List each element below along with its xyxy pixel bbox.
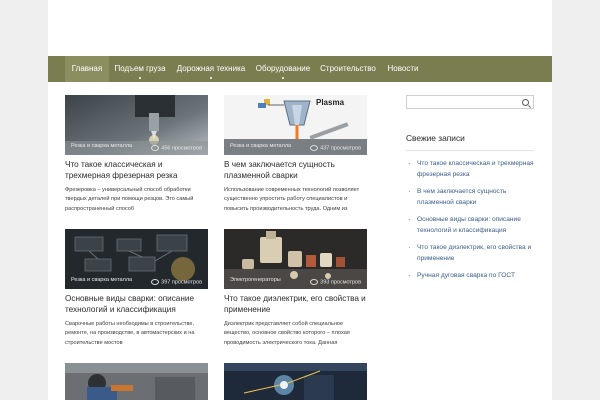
nav-item-label: Оборудование <box>255 64 311 73</box>
post-card: Plasma Резка и сварка металла 437 просмо… <box>224 95 367 214</box>
post-card: Резка и сварка металла 456 просмотров Чт… <box>65 95 208 214</box>
welder-photo-image <box>65 363 208 400</box>
post-thumbnail[interactable]: Plasma Резка и сварка металла 437 просмо… <box>224 95 367 155</box>
view-count: 397 просмотров <box>151 278 202 285</box>
eye-icon <box>151 278 160 285</box>
nav-item-news[interactable]: Новости <box>381 56 425 82</box>
nav-item-road-machinery[interactable]: Дорожная техника <box>171 56 251 82</box>
nav-item-label: Новости <box>387 64 419 73</box>
post-excerpt: Фрезеровка – универсальный способ обрабо… <box>65 187 194 212</box>
view-count-text: 397 просмотров <box>161 279 202 285</box>
post-excerpt: Сварочные работы необходимы в строительс… <box>65 321 195 346</box>
post-title[interactable]: Основные виды сварки: описание технологи… <box>65 294 208 315</box>
post-title[interactable]: В чем заключается сущность плазменной св… <box>224 160 367 181</box>
dropdown-indicator-icon <box>139 77 141 79</box>
post-card <box>224 363 367 400</box>
recent-post-link[interactable]: Что такое диэлектрик, его свойства и при… <box>406 242 536 264</box>
dropdown-indicator-icon <box>282 77 284 79</box>
post-category[interactable]: Резка и сварка металла <box>71 143 132 149</box>
view-count: 437 просмотров <box>310 144 361 151</box>
nav-item-label: Главная <box>71 64 103 73</box>
nav-item-equipment[interactable]: Оборудование <box>251 56 315 82</box>
post-card: Электрогенераторы 393 просмотров Что так… <box>224 229 367 348</box>
dropdown-indicator-icon <box>210 77 212 79</box>
page: Главная Подъем груза Дорожная техника Об… <box>48 0 552 400</box>
divider <box>406 150 534 151</box>
post-title[interactable]: Что такое классическая и трехмерная фрез… <box>65 160 208 181</box>
post-thumbnail[interactable] <box>65 363 208 400</box>
eye-icon <box>310 278 319 285</box>
nav-item-label: Дорожная техника <box>176 64 246 73</box>
post-category[interactable]: Электрогенераторы <box>230 277 281 283</box>
view-count: 393 просмотров <box>310 278 361 285</box>
nav-item-cargo-lifting[interactable]: Подъем груза <box>109 56 171 82</box>
view-count-text: 437 просмотров <box>320 145 361 151</box>
post-card: Резка и сварка металла 397 просмотров Ос… <box>65 229 208 348</box>
recent-post-link[interactable]: Что такое классическая и трехмерная фрез… <box>406 158 536 180</box>
nav-item-construction[interactable]: Строительство <box>315 56 381 82</box>
post-title[interactable]: Что такое диэлектрик, его свойства и при… <box>224 294 367 315</box>
eye-icon <box>151 144 160 151</box>
recent-post-link[interactable]: Ручная дуговая сварка по ГОСТ <box>406 270 536 281</box>
post-thumbnail[interactable]: Электрогенераторы 393 просмотров <box>224 229 367 289</box>
post-category[interactable]: Резка и сварка металла <box>230 143 291 149</box>
post-excerpt: Диэлектрик представляет собой специально… <box>224 321 350 346</box>
post-thumbnail[interactable]: Резка и сварка металла 397 просмотров <box>65 229 208 289</box>
search-icon[interactable] <box>522 99 529 106</box>
post-category[interactable]: Резка и сварка металла <box>71 277 132 283</box>
nav-item-label: Подъем груза <box>114 64 166 73</box>
post-card <box>65 363 208 400</box>
post-thumbnail[interactable] <box>224 363 367 400</box>
nav-item-label: Строительство <box>320 64 376 73</box>
post-excerpt: Использование современных технологий поз… <box>224 187 360 212</box>
search-field[interactable] <box>406 95 534 109</box>
nav-item-home[interactable]: Главная <box>65 56 109 82</box>
main-navigation: Главная Подъем груза Дорожная техника Об… <box>48 56 552 82</box>
welding-sparks-image <box>224 363 367 400</box>
recent-post-link[interactable]: В чем заключается сущность плазменной св… <box>406 186 536 208</box>
plasma-image-label: Plasma <box>316 98 345 107</box>
view-count: 456 просмотров <box>151 144 202 151</box>
view-count-text: 456 просмотров <box>161 145 202 151</box>
recent-posts-list: Что такое классическая и трехмерная фрез… <box>406 158 536 287</box>
eye-icon <box>310 144 319 151</box>
view-count-text: 393 просмотров <box>320 279 361 285</box>
recent-post-link[interactable]: Основные виды сварки: описание технологи… <box>406 214 536 236</box>
recent-posts-title: Свежие записи <box>406 133 465 143</box>
post-thumbnail[interactable]: Резка и сварка металла 456 просмотров <box>65 95 208 155</box>
